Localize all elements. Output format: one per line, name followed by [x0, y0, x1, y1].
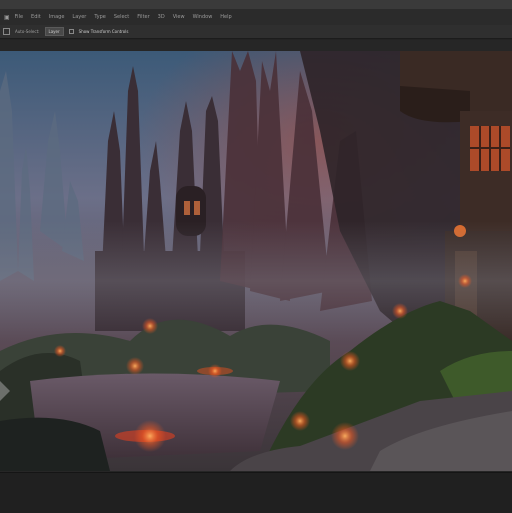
menu-item-layer[interactable]: Layer: [69, 12, 89, 22]
menu-item-window[interactable]: Window: [190, 12, 216, 22]
auto-select-label: Auto-Select:: [15, 29, 40, 34]
transform-controls-toggle[interactable]: Show Transform Controls: [79, 29, 129, 34]
fantasy-city-painting: [0, 51, 512, 471]
title-bar: [0, 0, 512, 9]
menu-item-file[interactable]: File: [12, 12, 26, 22]
menu-item-type[interactable]: Type: [91, 12, 108, 22]
menu-item-filter[interactable]: Filter: [134, 12, 152, 22]
menu-item-edit[interactable]: Edit: [28, 12, 44, 22]
auto-select-dropdown[interactable]: Layer: [44, 27, 64, 36]
menu-bar: ▣ File Edit Image Layer Type Select Filter 3D Vie…: [0, 9, 512, 25]
move-tool-icon[interactable]: [3, 28, 10, 35]
status-bar: [0, 472, 512, 513]
options-bar: Auto-Select: Layer Show Transform Contro…: [0, 25, 512, 39]
checkbox-icon[interactable]: [68, 29, 74, 34]
menu-item-3d[interactable]: 3D: [155, 12, 168, 22]
document-canvas[interactable]: [0, 51, 512, 471]
menu-item-image[interactable]: Image: [46, 12, 68, 22]
menu-item-select[interactable]: Select: [111, 12, 132, 22]
menu-item-help[interactable]: Help: [217, 12, 234, 22]
menu-item-view[interactable]: View: [170, 12, 188, 22]
app-menu-icon[interactable]: ▣: [4, 14, 10, 21]
